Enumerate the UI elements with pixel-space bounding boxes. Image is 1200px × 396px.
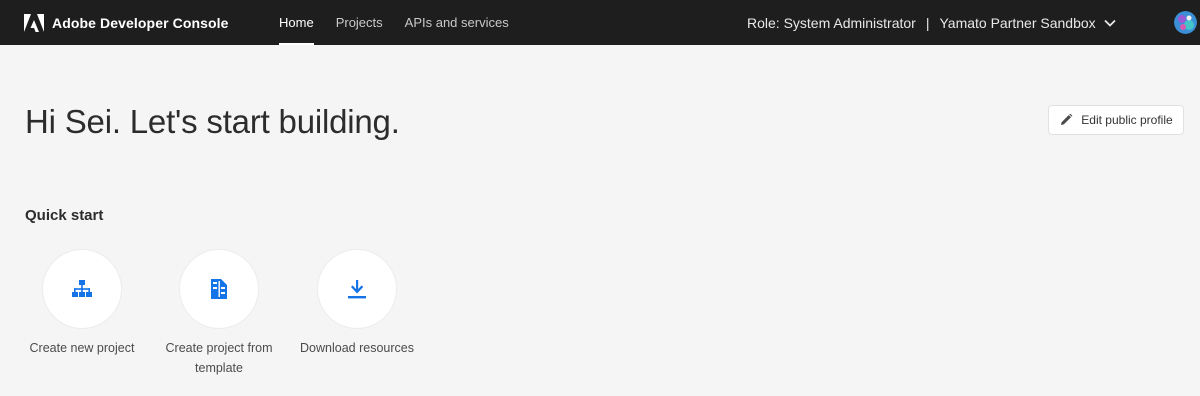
nav-apis-and-services[interactable]: APIs and services [405,0,509,45]
chevron-down-icon [1104,19,1116,27]
role-org-separator: | [925,14,930,31]
download-icon [348,280,366,299]
quick-start-create-project-from-template[interactable]: Create project from template [149,250,289,378]
adobe-logo-icon [24,13,44,32]
brand-name: Adobe Developer Console [52,14,229,31]
template-icon [211,279,227,299]
avatar[interactable] [1174,11,1197,34]
quick-start-create-new-project[interactable]: Create new project [12,250,152,358]
quick-start-label: Download resources [300,341,414,355]
org-name: Yamato Partner Sandbox [939,14,1096,31]
quick-start-circle [318,250,396,328]
quick-start-heading: Quick start [25,207,104,224]
quick-start-label: Create project from template [165,341,273,375]
hierarchy-icon [72,280,92,297]
main-nav: Home Projects APIs and services [279,0,531,45]
edit-public-profile-label: Edit public profile [1081,113,1173,127]
quick-start-circle [43,250,121,328]
quick-start-circle [180,250,258,328]
page-title: Hi Sei. Let's start building. [25,103,400,140]
org-switcher[interactable]: Role: System Administrator | Yamato Part… [747,0,1116,45]
nav-home[interactable]: Home [279,0,314,45]
quick-start-download-resources[interactable]: Download resources [287,250,427,358]
brand[interactable]: Adobe Developer Console [24,13,279,32]
pencil-icon [1061,113,1073,125]
quick-start-label: Create new project [29,341,135,355]
nav-projects[interactable]: Projects [336,0,383,45]
edit-public-profile-button[interactable]: Edit public profile [1048,105,1184,135]
top-bar: Adobe Developer Console Home Projects AP… [0,0,1200,45]
role-label: Role: System Administrator [747,14,916,31]
